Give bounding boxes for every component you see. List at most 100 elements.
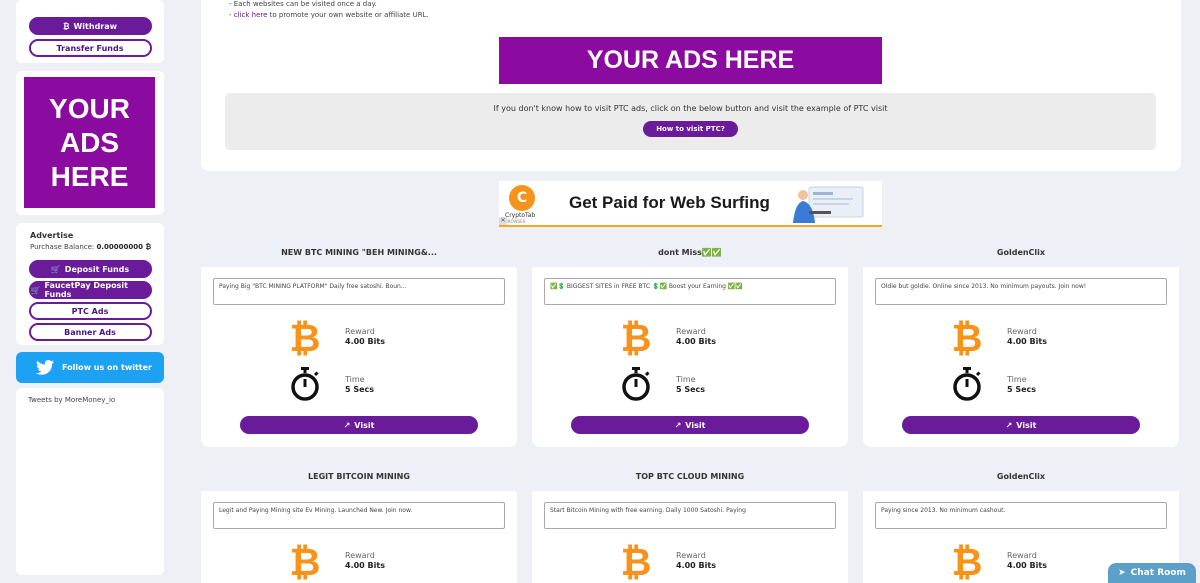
bitcoin-icon: ₿ <box>951 316 983 360</box>
ptc-ad-description: ✅💲 BIGGEST SITES in FREE BTC 💲✅ Boost yo… <box>544 278 836 305</box>
ptc-ad-card: dont Miss✅✅ ✅💲 BIGGEST SITES in FREE BTC … <box>532 238 848 447</box>
time-label: Time <box>345 375 365 384</box>
ptc-ad-description: Paying since 2013. No minimum cashout. <box>875 502 1167 529</box>
cart-icon: 🛒 <box>50 264 61 274</box>
rule-once-a-day: - Each websites can be visited once a da… <box>229 0 377 8</box>
advertise-card: Advertise Purchase Balance: 0.00000000 ₿… <box>16 223 164 345</box>
reward-value: 4.00 Bits <box>676 561 716 570</box>
time-value: 5 Secs <box>345 385 375 394</box>
svg-text:₿: ₿ <box>621 318 652 356</box>
reward-label: Reward <box>345 327 375 336</box>
web-surfing-illustration-icon <box>793 186 864 223</box>
transfer-funds-button[interactable]: Transfer Funds <box>28 39 152 57</box>
banner-ads-button[interactable]: Banner Ads <box>28 323 152 341</box>
purchase-balance-label: Purchase Balance: <box>30 243 95 251</box>
reward-value: 4.00 Bits <box>345 561 385 570</box>
stopwatch-icon <box>620 367 652 405</box>
faucetpay-deposit-label: FaucetPay Deposit Funds <box>44 281 128 299</box>
visit-button[interactable]: ↗ Visit <box>902 416 1140 434</box>
promote-text: to promote your own website or affiliate… <box>267 11 429 19</box>
deposit-funds-label: Deposit Funds <box>64 264 130 274</box>
time-value: 5 Secs <box>1007 385 1037 394</box>
wallet-actions: ₿ Withdraw Transfer Funds <box>16 0 164 63</box>
ad-close-icon[interactable]: ✕ <box>499 217 507 225</box>
cryptotab-sub: BROWSER <box>505 219 526 224</box>
ptc-ad-description: Legit and Paying Mining site Ev Mining. … <box>213 502 505 529</box>
svg-text:₿: ₿ <box>290 318 321 356</box>
time-value: 5 Secs <box>676 385 706 394</box>
twitter-icon <box>36 360 54 375</box>
bitcoin-icon: ₿ <box>620 316 652 360</box>
ptc-ad-title: GoldenClix <box>863 462 1179 491</box>
bitcoin-icon: ₿ <box>951 540 983 583</box>
reward-label: Reward <box>1007 551 1037 560</box>
top-ad-banner[interactable]: YOUR ADS HERE <box>499 37 882 84</box>
ptc-ads-button[interactable]: PTC Ads <box>28 302 152 320</box>
withdraw-button[interactable]: ₿ Withdraw <box>28 17 152 35</box>
reward-label: Reward <box>676 551 706 560</box>
ptc-ad-card: GoldenClix Oldie but goldie. Online since… <box>863 238 1179 447</box>
how-to-visit-panel: If you don't know how to visit PTC ads, … <box>225 93 1156 150</box>
purchase-balance-value: 0.00000000 ₿ <box>96 243 152 251</box>
reward-value: 4.00 Bits <box>676 337 716 346</box>
ptc-info-card: - Each websites can be visited once a da… <box>201 0 1181 171</box>
reward-label: Reward <box>1007 327 1037 336</box>
how-to-visit-button[interactable]: How to visit PTC? <box>643 121 738 137</box>
tweets-widget: Tweets by MoreMoney_io <box>16 388 164 575</box>
cryptotab-brand: CryptoTab <box>505 212 536 219</box>
svg-text:₿: ₿ <box>952 318 983 356</box>
svg-text:₿: ₿ <box>621 542 652 580</box>
ptc-ad-title: LEGIT BITCOIN MINING <box>201 462 517 491</box>
sidebar-ad-banner[interactable]: YOUR ADS HERE <box>24 77 155 208</box>
ptc-ad-card: TOP BTC CLOUD MINING Start Bitcoin Mining… <box>532 462 848 583</box>
transfer-funds-label: Transfer Funds <box>56 43 124 53</box>
promote-link[interactable]: click here <box>234 11 268 19</box>
twitter-follow-label: Follow us on twitter <box>62 363 152 372</box>
time-label: Time <box>676 375 696 384</box>
reward-value: 4.00 Bits <box>1007 561 1047 570</box>
visit-button[interactable]: ↗ Visit <box>571 416 809 434</box>
rule-promote: - click here to promote your own website… <box>229 11 429 19</box>
top-ad-text: YOUR ADS HERE <box>586 46 795 74</box>
purchase-balance: Purchase Balance: 0.00000000 ₿ <box>30 243 152 251</box>
deposit-funds-button[interactable]: 🛒 Deposit Funds <box>28 260 152 278</box>
svg-text:₿: ₿ <box>952 542 983 580</box>
twitter-follow-button[interactable]: Follow us on twitter <box>16 352 164 383</box>
faucetpay-deposit-button[interactable]: 🛒 FaucetPay Deposit Funds <box>28 281 152 299</box>
cryptotab-banner[interactable]: C CryptoTab BROWSER Get Paid for Web Sur… <box>499 181 882 227</box>
ptc-ad-title: dont Miss✅✅ <box>532 238 848 267</box>
reward-value: 4.00 Bits <box>345 337 385 346</box>
stopwatch-icon <box>289 367 321 405</box>
sidebar-ad-card: YOUR ADS HERE <box>16 71 164 215</box>
ptc-ad-description: Oldie but goldie. Online since 2013. No … <box>875 278 1167 305</box>
bitcoin-icon: ₿ <box>289 316 321 360</box>
external-link-icon: ↗ <box>1005 420 1013 430</box>
chat-room-label: Chat Room <box>1130 568 1186 578</box>
ptc-ad-card: NEW BTC MINING "BEH MINING&... Paying Big… <box>201 238 517 447</box>
visit-button[interactable]: ↗ Visit <box>240 416 478 434</box>
reward-label: Reward <box>676 327 706 336</box>
ptc-ad-description: Start Bitcoin Mining with free earning. … <box>544 502 836 529</box>
ptc-ad-card: LEGIT BITCOIN MINING Legit and Paying Min… <box>201 462 517 583</box>
cryptotab-logo-icon: C <box>509 185 535 211</box>
cryptotab-headline: Get Paid for Web Surfing <box>569 193 770 212</box>
visit-label: Visit <box>1016 420 1037 430</box>
sidebar-ad-text: YOUR ADS HERE <box>49 92 130 192</box>
bitcoin-icon: ₿ <box>62 21 70 31</box>
reward-label: Reward <box>345 551 375 560</box>
ptc-ad-title: GoldenClix <box>863 238 1179 267</box>
advertise-title: Advertise <box>30 231 74 240</box>
cart-icon: 🛒 <box>30 285 41 295</box>
ptc-ads-label: PTC Ads <box>71 306 109 316</box>
tweets-by-link[interactable]: Tweets by MoreMoney_io <box>28 396 115 404</box>
ptc-ad-title: TOP BTC CLOUD MINING <box>532 462 848 491</box>
how-to-visit-text: If you don't know how to visit PTC ads, … <box>493 104 888 113</box>
chat-room-button[interactable]: ➤ Chat Room <box>1108 563 1196 583</box>
reward-value: 4.00 Bits <box>1007 337 1047 346</box>
visit-label: Visit <box>354 420 375 430</box>
withdraw-label: Withdraw <box>73 21 118 31</box>
svg-text:₿: ₿ <box>290 542 321 580</box>
time-label: Time <box>1007 375 1027 384</box>
bitcoin-icon: ₿ <box>620 540 652 583</box>
ptc-ad-title: NEW BTC MINING "BEH MINING&... <box>201 238 517 267</box>
